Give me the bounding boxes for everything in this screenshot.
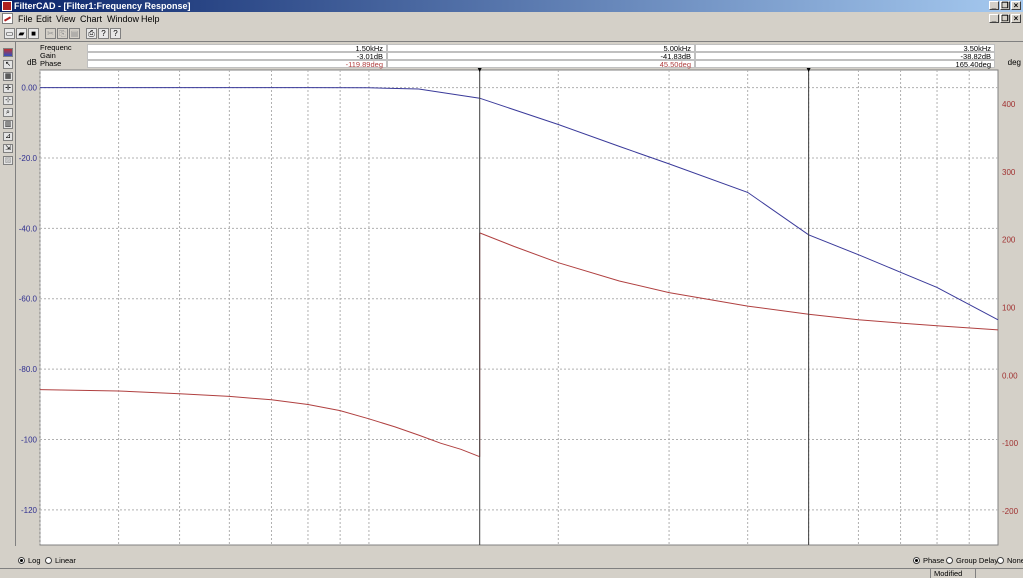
group-delay-label: Group Delay [956, 556, 999, 565]
linear-radio[interactable] [45, 557, 52, 564]
y-tick-label-right: -100 [1002, 439, 1019, 448]
y-tick-label-left: -40.0 [19, 224, 38, 233]
phase-option-label: Phase [923, 556, 945, 565]
y-tick-label-left: -80.0 [19, 365, 38, 374]
y-tick-label-left: -100 [21, 435, 38, 444]
y-tick-label-right: -200 [1002, 507, 1019, 516]
y-tick-label-left: -60.0 [19, 295, 38, 304]
y-tick-label-right: 0.00 [1002, 371, 1018, 380]
y-tick-label-right: 100 [1002, 304, 1016, 313]
y-tick-label-right: 300 [1002, 168, 1016, 177]
plot-area [39, 69, 999, 546]
linear-label: Linear [55, 556, 76, 565]
log-radio[interactable] [18, 557, 25, 564]
y-tick-label-right: 400 [1002, 100, 1016, 109]
y-tick-label-left: 0.00 [21, 84, 37, 93]
bottom-controls: Log Linear Phase Group Delay None Modifi… [0, 547, 1023, 578]
none-radio[interactable] [997, 557, 1004, 564]
group-delay-radio[interactable] [946, 557, 953, 564]
log-label: Log [28, 556, 41, 565]
phase-radio[interactable] [913, 557, 920, 564]
frequency-response-chart[interactable]: 0.00 -20.0 -40.0 -60.0 -80.0 -100 -120 400 300 20… [0, 0, 1023, 577]
y-tick-label-left: -120 [21, 506, 38, 515]
y-tick-label-left: -20.0 [19, 154, 38, 163]
y-tick-label-right: 200 [1002, 236, 1016, 245]
none-label: None [1007, 556, 1023, 565]
status-bar: Modified [0, 568, 1023, 578]
